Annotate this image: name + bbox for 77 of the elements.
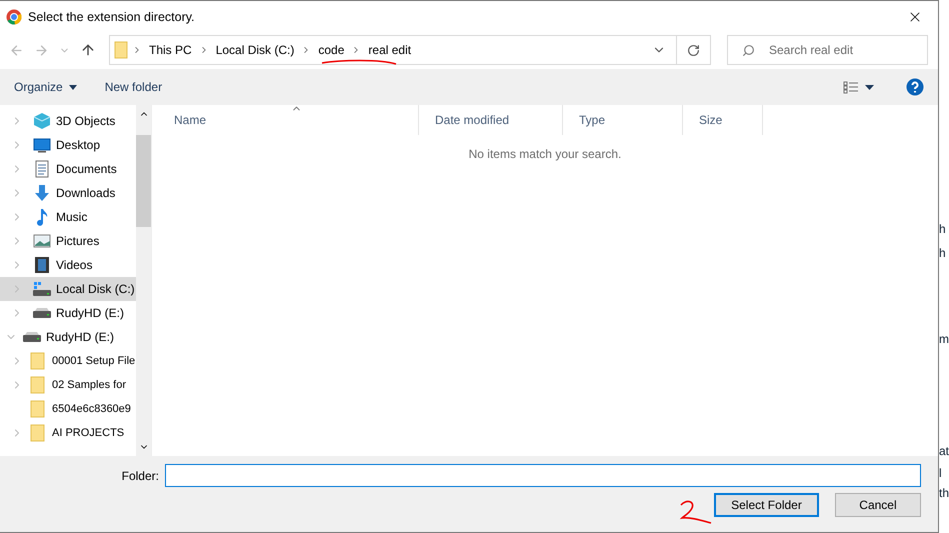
select-folder-button[interactable]: Select Folder <box>714 493 819 517</box>
tree-item-label: RudyHD (E:) <box>56 306 124 320</box>
folder-icon <box>30 352 46 370</box>
column-header[interactable]: Size <box>683 105 763 135</box>
tree-item[interactable]: 3D Objects <box>0 109 136 133</box>
tree-item-label: Documents <box>56 162 117 176</box>
new-folder-button[interactable]: New folder <box>104 80 162 94</box>
tree-item-label: 3D Objects <box>56 114 116 128</box>
folder-icon <box>30 376 46 394</box>
drive-icon <box>22 331 42 343</box>
tree-item-label: Downloads <box>56 186 116 200</box>
folder-input[interactable] <box>164 464 921 487</box>
tree-item[interactable]: Downloads <box>0 181 136 205</box>
drive-icon <box>32 281 52 297</box>
background-text: l <box>938 466 943 482</box>
organize-button[interactable]: Organize <box>14 80 77 94</box>
scribble-mark <box>678 499 714 527</box>
film-icon <box>34 256 50 274</box>
picture-icon <box>33 233 51 249</box>
view-options-button[interactable] <box>842 80 874 94</box>
column-header[interactable]: Name <box>158 105 419 135</box>
browser-logo-icon <box>6 9 22 25</box>
cancel-button[interactable]: Cancel <box>834 493 921 517</box>
breadcrumb[interactable]: Local Disk (C:) <box>212 43 298 57</box>
tree-item[interactable]: Pictures <box>0 229 136 253</box>
window-title: Select the extension directory. <box>28 10 196 24</box>
tree-item[interactable]: 02 Samples for <box>0 373 136 397</box>
background-text: at <box>938 444 949 460</box>
tree-item-label: 00001 Setup File <box>52 355 136 367</box>
background-text: m <box>938 332 949 348</box>
tree-item-label: AI PROJECTS <box>52 427 124 439</box>
tree-item-label: Music <box>56 210 88 224</box>
breadcrumb[interactable]: real edit <box>365 43 414 57</box>
background-text: th <box>938 486 949 502</box>
tree-item[interactable]: AI PROJECTS <box>0 421 136 445</box>
tree-item[interactable]: RudyHD (E:) <box>0 301 136 325</box>
search-field[interactable]: Search real edit <box>726 35 928 65</box>
refresh-icon <box>686 44 700 56</box>
caret-icon <box>864 84 874 90</box>
cube-icon <box>33 112 51 130</box>
tree-item-label: Local Disk (C:) <box>56 282 135 296</box>
download-arrow-icon <box>33 184 51 202</box>
folder-label: Folder: <box>122 468 159 482</box>
folder-icon <box>30 424 46 442</box>
document-icon <box>35 160 49 178</box>
tree-item[interactable]: 6504e6c8360e9 <box>0 397 136 421</box>
background-text: h <box>938 246 947 262</box>
tree-item-label: 02 Samples for <box>52 379 126 391</box>
tree-item[interactable]: Local Disk (C:) <box>0 277 136 301</box>
help-icon[interactable] <box>906 78 924 96</box>
tree-item-label: RudyHD (E:) <box>46 330 114 344</box>
address-bar[interactable]: This PC Local Disk (C:) code real edit <box>109 35 711 65</box>
tree-item[interactable]: Music <box>0 205 136 229</box>
column-header[interactable]: Type <box>563 105 683 135</box>
empty-message: No items match your search. <box>468 147 622 161</box>
folder-icon <box>30 400 46 418</box>
folder-icon <box>114 41 128 59</box>
drive-icon <box>32 307 52 319</box>
breadcrumb[interactable]: This PC <box>146 43 195 57</box>
breadcrumb[interactable]: code <box>315 43 348 57</box>
tree-item[interactable]: 00001 Setup File <box>0 349 136 373</box>
column-header[interactable]: Date modified <box>419 105 563 135</box>
tree-item-label: Desktop <box>56 138 100 152</box>
tree-item[interactable]: Videos <box>0 253 136 277</box>
background-text: h <box>938 222 947 238</box>
tree-item[interactable]: Desktop <box>0 133 136 157</box>
tree-item-label: 6504e6c8360e9 <box>52 403 131 415</box>
caret-icon <box>68 84 77 90</box>
tree-item[interactable]: RudyHD (E:) <box>0 325 136 349</box>
details-view-icon <box>842 80 859 94</box>
tree-item[interactable]: Documents <box>0 157 136 181</box>
tree-item-label: Pictures <box>56 234 100 248</box>
forward-arrow-icon <box>34 42 49 58</box>
monitor-icon <box>33 137 51 153</box>
tree-item-label: Videos <box>56 258 92 272</box>
music-note-icon <box>35 208 49 226</box>
search-icon <box>742 44 755 56</box>
